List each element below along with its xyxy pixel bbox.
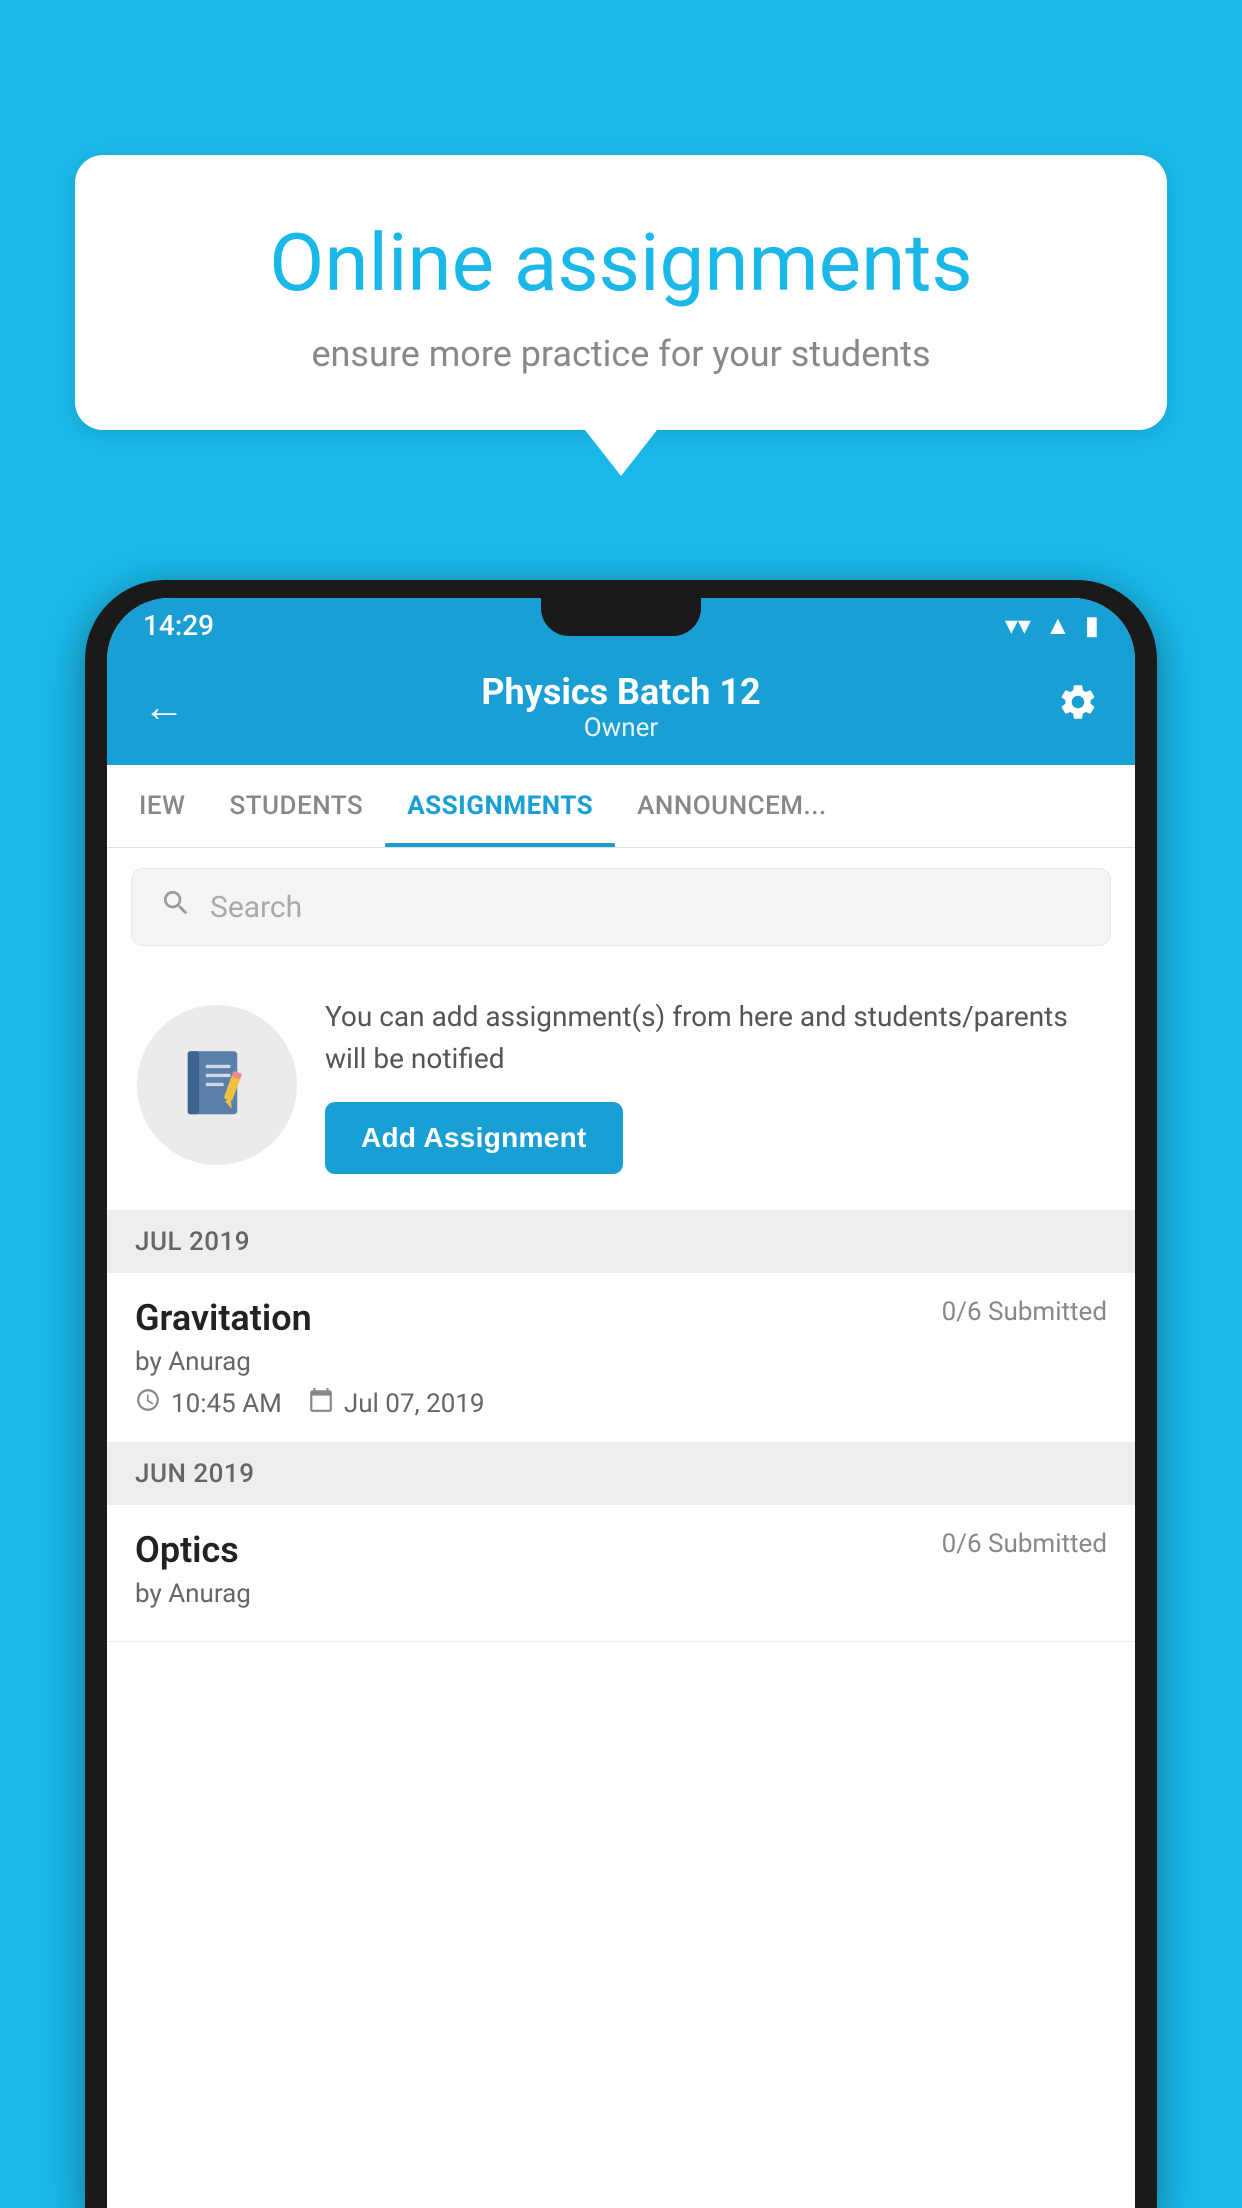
status-time: 14:29 bbox=[143, 609, 214, 642]
header-subtitle: Owner bbox=[481, 713, 760, 743]
calendar-icon bbox=[308, 1387, 334, 1420]
tab-assignments[interactable]: ASSIGNMENTS bbox=[385, 765, 615, 847]
assignment-row-top-optics: Optics 0/6 Submitted bbox=[135, 1529, 1107, 1571]
header-title: Physics Batch 12 bbox=[481, 671, 760, 713]
assignment-date-value: Jul 07, 2019 bbox=[344, 1389, 485, 1419]
app-header: ← Physics Batch 12 Owner bbox=[107, 653, 1135, 765]
assignment-item-gravitation[interactable]: Gravitation 0/6 Submitted by Anurag 10:4… bbox=[107, 1273, 1135, 1443]
bubble-subtitle: ensure more practice for your students bbox=[145, 333, 1097, 375]
section-jun-label: JUN 2019 bbox=[135, 1459, 254, 1489]
tabs-bar: IEW STUDENTS ASSIGNMENTS ANNOUNCEM... bbox=[107, 765, 1135, 848]
section-jul-label: JUL 2019 bbox=[135, 1227, 250, 1257]
assignment-name: Gravitation bbox=[135, 1297, 312, 1339]
search-bar-container: Search bbox=[107, 848, 1135, 966]
assignment-time-value: 10:45 AM bbox=[171, 1389, 282, 1419]
header-center: Physics Batch 12 Owner bbox=[481, 671, 760, 743]
wifi-icon: ▾▾ bbox=[1005, 611, 1031, 641]
section-jul-2019: JUL 2019 bbox=[107, 1211, 1135, 1273]
assignment-submitted: 0/6 Submitted bbox=[942, 1297, 1107, 1327]
phone-frame: 14:29 ▾▾ ▲ ▮ ← Physics Batch 12 Owner bbox=[85, 580, 1157, 2208]
clock-icon bbox=[135, 1387, 161, 1420]
status-icons: ▾▾ ▲ ▮ bbox=[1005, 610, 1099, 641]
assignment-date: Jul 07, 2019 bbox=[308, 1387, 485, 1420]
add-assignment-button[interactable]: Add Assignment bbox=[325, 1102, 623, 1174]
tab-iew[interactable]: IEW bbox=[117, 765, 207, 847]
promo-icon-circle bbox=[137, 1005, 297, 1165]
speech-bubble: Online assignments ensure more practice … bbox=[75, 155, 1167, 430]
promo-text: You can add assignment(s) from here and … bbox=[325, 996, 1105, 1080]
tab-announcements[interactable]: ANNOUNCEM... bbox=[615, 765, 849, 847]
back-button[interactable]: ← bbox=[143, 683, 185, 732]
tab-students[interactable]: STUDENTS bbox=[207, 765, 385, 847]
search-icon bbox=[160, 887, 192, 927]
search-input[interactable]: Search bbox=[210, 890, 302, 925]
speech-bubble-tail bbox=[585, 430, 657, 476]
assignment-meta: 10:45 AM Jul 07, 2019 bbox=[135, 1387, 1107, 1420]
settings-icon[interactable] bbox=[1057, 681, 1099, 734]
promo-section: You can add assignment(s) from here and … bbox=[107, 966, 1135, 1211]
speech-bubble-container: Online assignments ensure more practice … bbox=[75, 155, 1167, 476]
promo-content: You can add assignment(s) from here and … bbox=[325, 996, 1105, 1174]
bubble-title: Online assignments bbox=[145, 215, 1097, 311]
search-bar[interactable]: Search bbox=[131, 868, 1111, 946]
assignment-submitted-optics: 0/6 Submitted bbox=[942, 1529, 1107, 1559]
assignment-by: by Anurag bbox=[135, 1347, 1107, 1377]
assignment-time: 10:45 AM bbox=[135, 1387, 282, 1420]
assignment-by-optics: by Anurag bbox=[135, 1579, 1107, 1609]
assignment-item-optics[interactable]: Optics 0/6 Submitted by Anurag bbox=[107, 1505, 1135, 1642]
phone-notch bbox=[541, 598, 701, 636]
assignment-name-optics: Optics bbox=[135, 1529, 239, 1571]
assignment-row-top: Gravitation 0/6 Submitted bbox=[135, 1297, 1107, 1339]
signal-icon: ▲ bbox=[1045, 610, 1071, 641]
assignment-icon bbox=[172, 1040, 262, 1130]
battery-icon: ▮ bbox=[1085, 611, 1099, 641]
section-jun-2019: JUN 2019 bbox=[107, 1443, 1135, 1505]
phone-inner: 14:29 ▾▾ ▲ ▮ ← Physics Batch 12 Owner bbox=[107, 598, 1135, 2208]
